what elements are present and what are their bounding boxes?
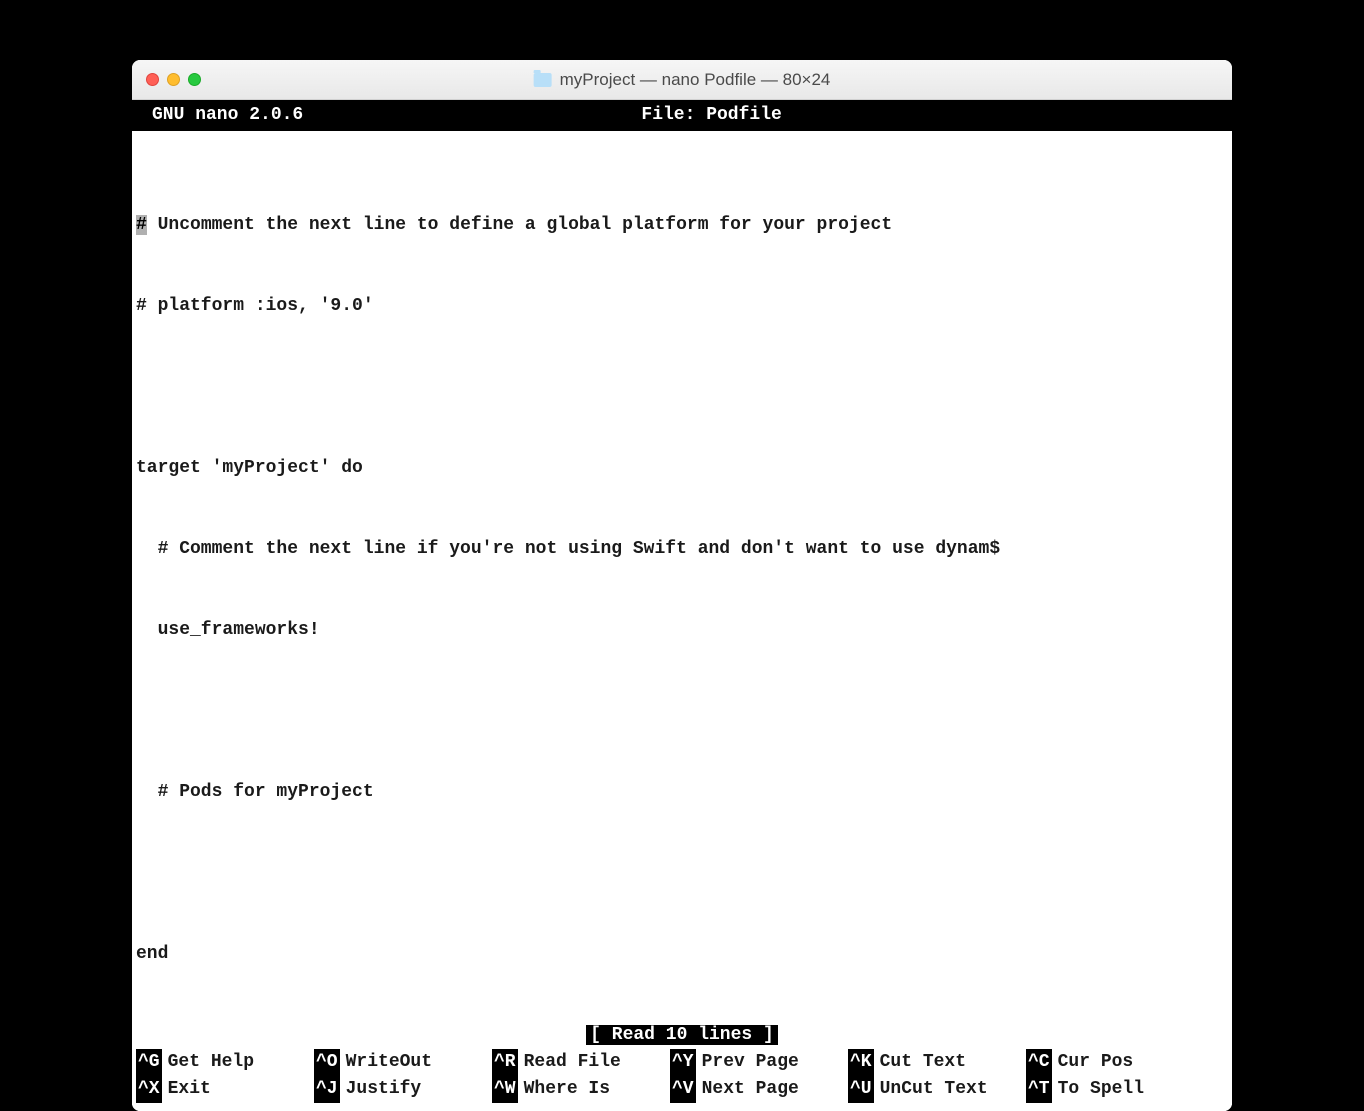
editor-line[interactable] xyxy=(136,860,1228,887)
shortcut-row-2: ^X Exit ^J Justify ^W Where Is ^V Next P… xyxy=(136,1076,1228,1103)
shortcut-label: Exit xyxy=(162,1076,211,1103)
terminal-body[interactable]: GNU nano 2.0.6 File: Podfile # Uncomment… xyxy=(132,100,1232,1111)
shortcut-label: WriteOut xyxy=(340,1049,432,1076)
shortcut-key: ^V xyxy=(670,1076,696,1103)
editor-line[interactable]: # platform :ios, '9.0' xyxy=(136,293,1228,320)
shortcut-next-page: ^V Next Page xyxy=(670,1076,848,1103)
shortcut-key: ^W xyxy=(492,1076,518,1103)
editor-line[interactable]: # Pods for myProject xyxy=(136,779,1228,806)
shortcut-uncut-text: ^U UnCut Text xyxy=(848,1076,1026,1103)
nano-header-bar: GNU nano 2.0.6 File: Podfile xyxy=(132,100,1232,131)
shortcut-key: ^O xyxy=(314,1049,340,1076)
shortcut-label: To Spell xyxy=(1052,1076,1144,1103)
shortcut-row-1: ^G Get Help ^O WriteOut ^R Read File ^Y … xyxy=(136,1049,1228,1076)
shortcut-to-spell: ^T To Spell xyxy=(1026,1076,1204,1103)
editor-line[interactable]: target 'myProject' do xyxy=(136,455,1228,482)
cursor: # xyxy=(136,215,147,235)
shortcut-justify: ^J Justify xyxy=(314,1076,492,1103)
shortcut-label: UnCut Text xyxy=(874,1076,988,1103)
shortcut-key: ^T xyxy=(1026,1076,1052,1103)
minimize-button[interactable] xyxy=(167,73,180,86)
shortcut-writeout: ^O WriteOut xyxy=(314,1049,492,1076)
editor-line[interactable]: end xyxy=(136,941,1228,968)
shortcut-key: ^G xyxy=(136,1049,162,1076)
shortcut-key: ^C xyxy=(1026,1049,1052,1076)
spacer xyxy=(132,131,1232,158)
window-title-area: myProject — nano Podfile — 80×24 xyxy=(534,70,831,90)
editor-line[interactable] xyxy=(136,698,1228,725)
editor-line[interactable]: # Comment the next line if you're not us… xyxy=(136,536,1228,563)
shortcut-where-is: ^W Where Is xyxy=(492,1076,670,1103)
shortcut-label: Get Help xyxy=(162,1049,254,1076)
close-button[interactable] xyxy=(146,73,159,86)
window-title: myProject — nano Podfile — 80×24 xyxy=(560,70,831,90)
terminal-window: myProject — nano Podfile — 80×24 GNU nan… xyxy=(132,60,1232,1111)
window-titlebar[interactable]: myProject — nano Podfile — 80×24 xyxy=(132,60,1232,100)
status-line: [ Read 10 lines ] xyxy=(132,1022,1232,1049)
shortcut-key: ^U xyxy=(848,1076,874,1103)
shortcut-key: ^K xyxy=(848,1049,874,1076)
editor-line[interactable] xyxy=(136,374,1228,401)
shortcut-key: ^Y xyxy=(670,1049,696,1076)
folder-icon xyxy=(534,73,552,87)
shortcuts-area: ^G Get Help ^O WriteOut ^R Read File ^Y … xyxy=(132,1049,1232,1111)
editor-line[interactable]: # Uncomment the next line to define a gl… xyxy=(136,212,1228,239)
shortcut-label: Where Is xyxy=(518,1076,610,1103)
shortcut-cur-pos: ^C Cur Pos xyxy=(1026,1049,1204,1076)
shortcut-label: Next Page xyxy=(696,1076,799,1103)
editor-line[interactable]: use_frameworks! xyxy=(136,617,1228,644)
status-text: [ Read 10 lines ] xyxy=(586,1025,778,1045)
shortcut-label: Read File xyxy=(518,1049,621,1076)
shortcut-cut-text: ^K Cut Text xyxy=(848,1049,1026,1076)
shortcut-key: ^J xyxy=(314,1076,340,1103)
shortcut-label: Prev Page xyxy=(696,1049,799,1076)
shortcut-exit: ^X Exit xyxy=(136,1076,314,1103)
traffic-lights xyxy=(146,73,201,86)
nano-file-label: File: Podfile xyxy=(203,102,1220,129)
shortcut-label: Cut Text xyxy=(874,1049,966,1076)
shortcut-label: Justify xyxy=(340,1076,422,1103)
shortcut-get-help: ^G Get Help xyxy=(136,1049,314,1076)
shortcut-key: ^R xyxy=(492,1049,518,1076)
shortcut-key: ^X xyxy=(136,1076,162,1103)
maximize-button[interactable] xyxy=(188,73,201,86)
shortcut-prev-page: ^Y Prev Page xyxy=(670,1049,848,1076)
shortcut-read-file: ^R Read File xyxy=(492,1049,670,1076)
editor-content[interactable]: # Uncomment the next line to define a gl… xyxy=(132,158,1232,1022)
shortcut-label: Cur Pos xyxy=(1052,1049,1134,1076)
